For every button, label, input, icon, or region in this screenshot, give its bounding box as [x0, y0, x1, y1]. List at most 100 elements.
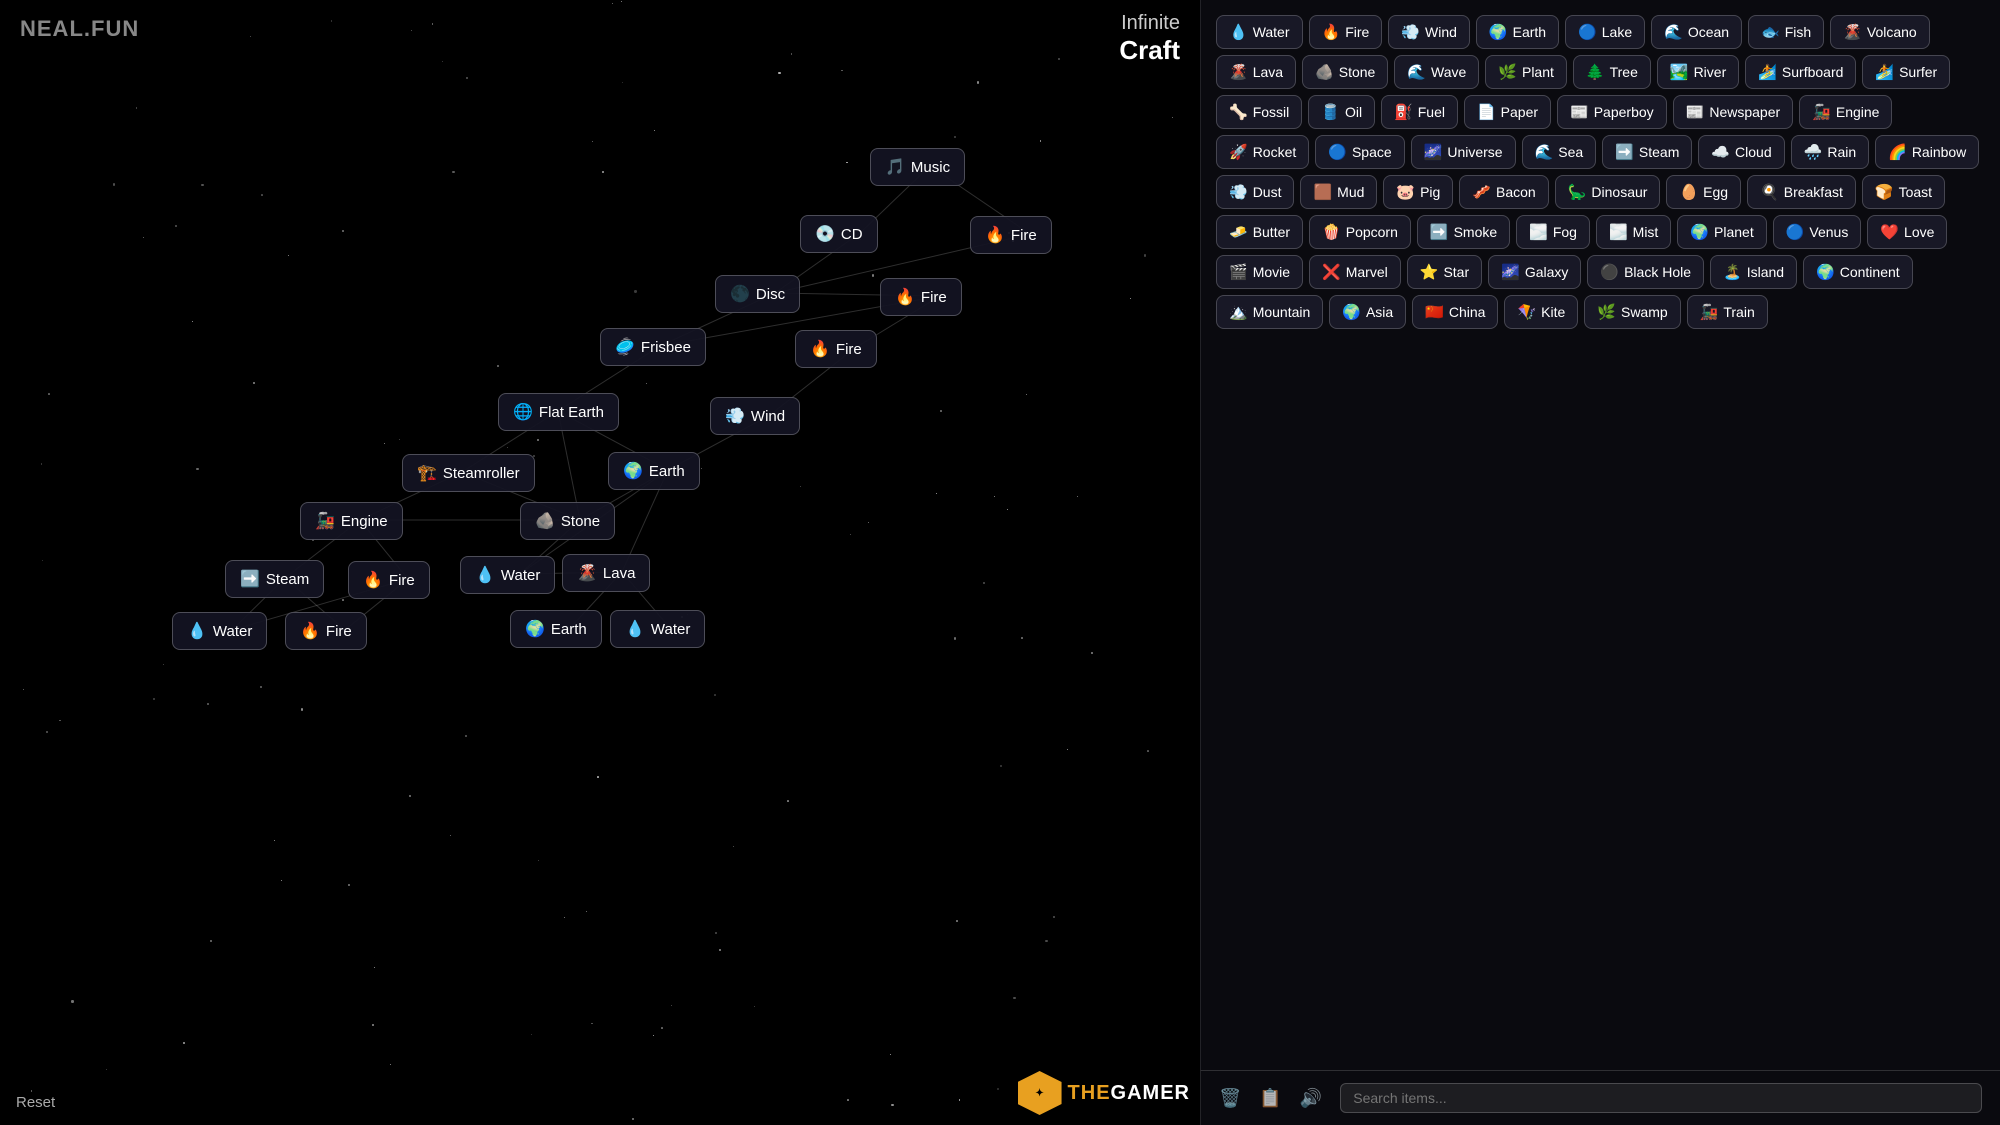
sidebar-item[interactable]: ➡️Smoke	[1417, 215, 1510, 249]
sidebar-item[interactable]: 🐷Pig	[1383, 175, 1453, 209]
search-input[interactable]	[1340, 1083, 1982, 1113]
sidebar-item[interactable]: ⛽Fuel	[1381, 95, 1458, 129]
craft-canvas[interactable]: 🎵Music💿CD🔥Fire🌑Disc🔥Fire🥏Frisbee🔥Fire🌐Fl…	[0, 0, 1200, 1125]
node-emoji: 🚂	[315, 511, 335, 531]
craft-node-water1[interactable]: 💧Water	[460, 556, 555, 594]
sidebar-item[interactable]: ❤️Love	[1867, 215, 1947, 249]
sidebar-item[interactable]: 🪨Stone	[1302, 55, 1388, 89]
craft-node-earth1[interactable]: 🌍Earth	[608, 452, 700, 490]
sidebar-item[interactable]: 🔵Space	[1315, 135, 1404, 169]
craft-node-earth2[interactable]: 🌍Earth	[510, 610, 602, 648]
craft-node-water2[interactable]: 💧Water	[610, 610, 705, 648]
craft-node-lava[interactable]: 🌋Lava	[562, 554, 650, 592]
craft-node-frisbee[interactable]: 🥏Frisbee	[600, 328, 706, 366]
craft-node-wind[interactable]: 💨Wind	[710, 397, 800, 435]
trash-icon[interactable]: 🗑️	[1219, 1088, 1241, 1109]
sidebar-item[interactable]: 📰Paperboy	[1557, 95, 1667, 129]
sidebar-item[interactable]: 🌫️Mist	[1596, 215, 1671, 249]
sidebar-item[interactable]: 🔵Lake	[1565, 15, 1645, 49]
sidebar-item[interactable]: 🏞️River	[1657, 55, 1739, 89]
node-label: Fire	[389, 572, 415, 589]
craft-node-flat_earth[interactable]: 🌐Flat Earth	[498, 393, 619, 431]
craft-node-engine[interactable]: 🚂Engine	[300, 502, 403, 540]
sidebar-item[interactable]: 🌍Earth	[1476, 15, 1559, 49]
sidebar-item[interactable]: 📄Paper	[1464, 95, 1551, 129]
sidebar-item[interactable]: ⭐Star	[1407, 255, 1482, 289]
sidebar-item[interactable]: 🌍Planet	[1677, 215, 1766, 249]
sidebar-item[interactable]: 🌲Tree	[1573, 55, 1651, 89]
craft-node-steam1[interactable]: ➡️Steam	[225, 560, 324, 598]
node-emoji: 🥏	[615, 337, 635, 357]
item-label: Fog	[1553, 224, 1577, 240]
sidebar-item[interactable]: 💨Wind	[1388, 15, 1470, 49]
craft-node-cd[interactable]: 💿CD	[800, 215, 878, 253]
sidebar-item[interactable]: 🔵Venus	[1773, 215, 1862, 249]
item-emoji: 🔵	[1328, 143, 1347, 161]
sidebar-item[interactable]: 🌊Sea	[1522, 135, 1597, 169]
sidebar-item[interactable]: 🚂Engine	[1799, 95, 1892, 129]
sidebar-item[interactable]: 🐟Fish	[1748, 15, 1824, 49]
sidebar-item[interactable]: ❌Marvel	[1309, 255, 1401, 289]
sidebar-item[interactable]: 🌍Continent	[1803, 255, 1913, 289]
sidebar-item[interactable]: 🏄Surfer	[1862, 55, 1950, 89]
craft-node-fire1[interactable]: 🔥Fire	[348, 561, 430, 599]
sidebar-item[interactable]: 🪁Kite	[1504, 295, 1578, 329]
sidebar-item[interactable]: 🏄Surfboard	[1745, 55, 1856, 89]
sidebar-item[interactable]: 🏔️Mountain	[1216, 295, 1323, 329]
sidebar-item[interactable]: ☁️Cloud	[1698, 135, 1784, 169]
sidebar-item[interactable]: 🥚Egg	[1666, 175, 1741, 209]
sidebar-item[interactable]: ➡️Steam	[1602, 135, 1692, 169]
sidebar-item[interactable]: 🥓Bacon	[1459, 175, 1548, 209]
sidebar-item[interactable]: ⚫Black Hole	[1587, 255, 1704, 289]
item-label: Fish	[1785, 24, 1811, 40]
sidebar-item[interactable]: 💧Water	[1216, 15, 1303, 49]
craft-node-fire2[interactable]: 🔥Fire	[880, 278, 962, 316]
sidebar-item[interactable]: 🌋Volcano	[1830, 15, 1930, 49]
sidebar-item[interactable]: 💨Dust	[1216, 175, 1294, 209]
sidebar-item[interactable]: 🌫️Fog	[1516, 215, 1590, 249]
sidebar-item[interactable]: 🌿Plant	[1485, 55, 1567, 89]
sidebar-item[interactable]: 🔥Fire	[1309, 15, 1383, 49]
craft-node-music[interactable]: 🎵Music	[870, 148, 965, 186]
sidebar-item[interactable]: 🚀Rocket	[1216, 135, 1309, 169]
craft-node-fire3[interactable]: 🔥Fire	[970, 216, 1052, 254]
sidebar-item[interactable]: 🦴Fossil	[1216, 95, 1302, 129]
sidebar-item[interactable]: 🏝️Island	[1710, 255, 1797, 289]
item-emoji: 🌲	[1586, 63, 1605, 81]
sidebar-item[interactable]: 🟫Mud	[1300, 175, 1377, 209]
sidebar-item[interactable]: 🌌Galaxy	[1488, 255, 1581, 289]
sidebar-item[interactable]: 📰Newspaper	[1673, 95, 1794, 129]
item-emoji: 🚂	[1812, 103, 1831, 121]
thegamer-watermark: ✦ THEGAMER	[1018, 1071, 1190, 1115]
sidebar-item[interactable]: 🍳Breakfast	[1747, 175, 1856, 209]
sidebar-item[interactable]: 🎬Movie	[1216, 255, 1303, 289]
craft-node-stone[interactable]: 🪨Stone	[520, 502, 615, 540]
sound-icon[interactable]: 🔊	[1300, 1088, 1322, 1109]
sidebar-item[interactable]: 🌋Lava	[1216, 55, 1296, 89]
sidebar-item[interactable]: 🍿Popcorn	[1309, 215, 1411, 249]
item-label: Asia	[1366, 304, 1393, 320]
sidebar-item[interactable]: 🧈Butter	[1216, 215, 1303, 249]
reset-button[interactable]: Reset	[16, 1094, 55, 1111]
sidebar-item[interactable]: 🍞Toast	[1862, 175, 1945, 209]
craft-node-fire_b[interactable]: 🔥Fire	[285, 612, 367, 650]
sidebar-item[interactable]: 🌊Wave	[1394, 55, 1479, 89]
copy-icon[interactable]: 📋	[1259, 1088, 1281, 1109]
sidebar-item[interactable]: 🌍Asia	[1329, 295, 1406, 329]
sidebar-item[interactable]: 🌈Rainbow	[1875, 135, 1979, 169]
craft-node-fire4[interactable]: 🔥Fire	[795, 330, 877, 368]
sidebar-item[interactable]: 🇨🇳China	[1412, 295, 1498, 329]
sidebar-item[interactable]: 🚂Train	[1687, 295, 1768, 329]
sidebar-item[interactable]: 🌊Ocean	[1651, 15, 1742, 49]
sidebar-item[interactable]: 🌿Swamp	[1584, 295, 1680, 329]
craft-node-steamroller[interactable]: 🏗️Steamroller	[402, 454, 535, 492]
item-emoji: 🥓	[1472, 183, 1491, 201]
item-emoji: 📄	[1477, 103, 1496, 121]
sidebar-item[interactable]: 🦕Dinosaur	[1555, 175, 1661, 209]
item-label: Newspaper	[1709, 104, 1780, 120]
sidebar-item[interactable]: 🌌Universe	[1411, 135, 1516, 169]
craft-node-disc[interactable]: 🌑Disc	[715, 275, 800, 313]
craft-node-water_b[interactable]: 💧Water	[172, 612, 267, 650]
sidebar-item[interactable]: 🛢️Oil	[1308, 95, 1375, 129]
sidebar-item[interactable]: 🌧️Rain	[1791, 135, 1869, 169]
